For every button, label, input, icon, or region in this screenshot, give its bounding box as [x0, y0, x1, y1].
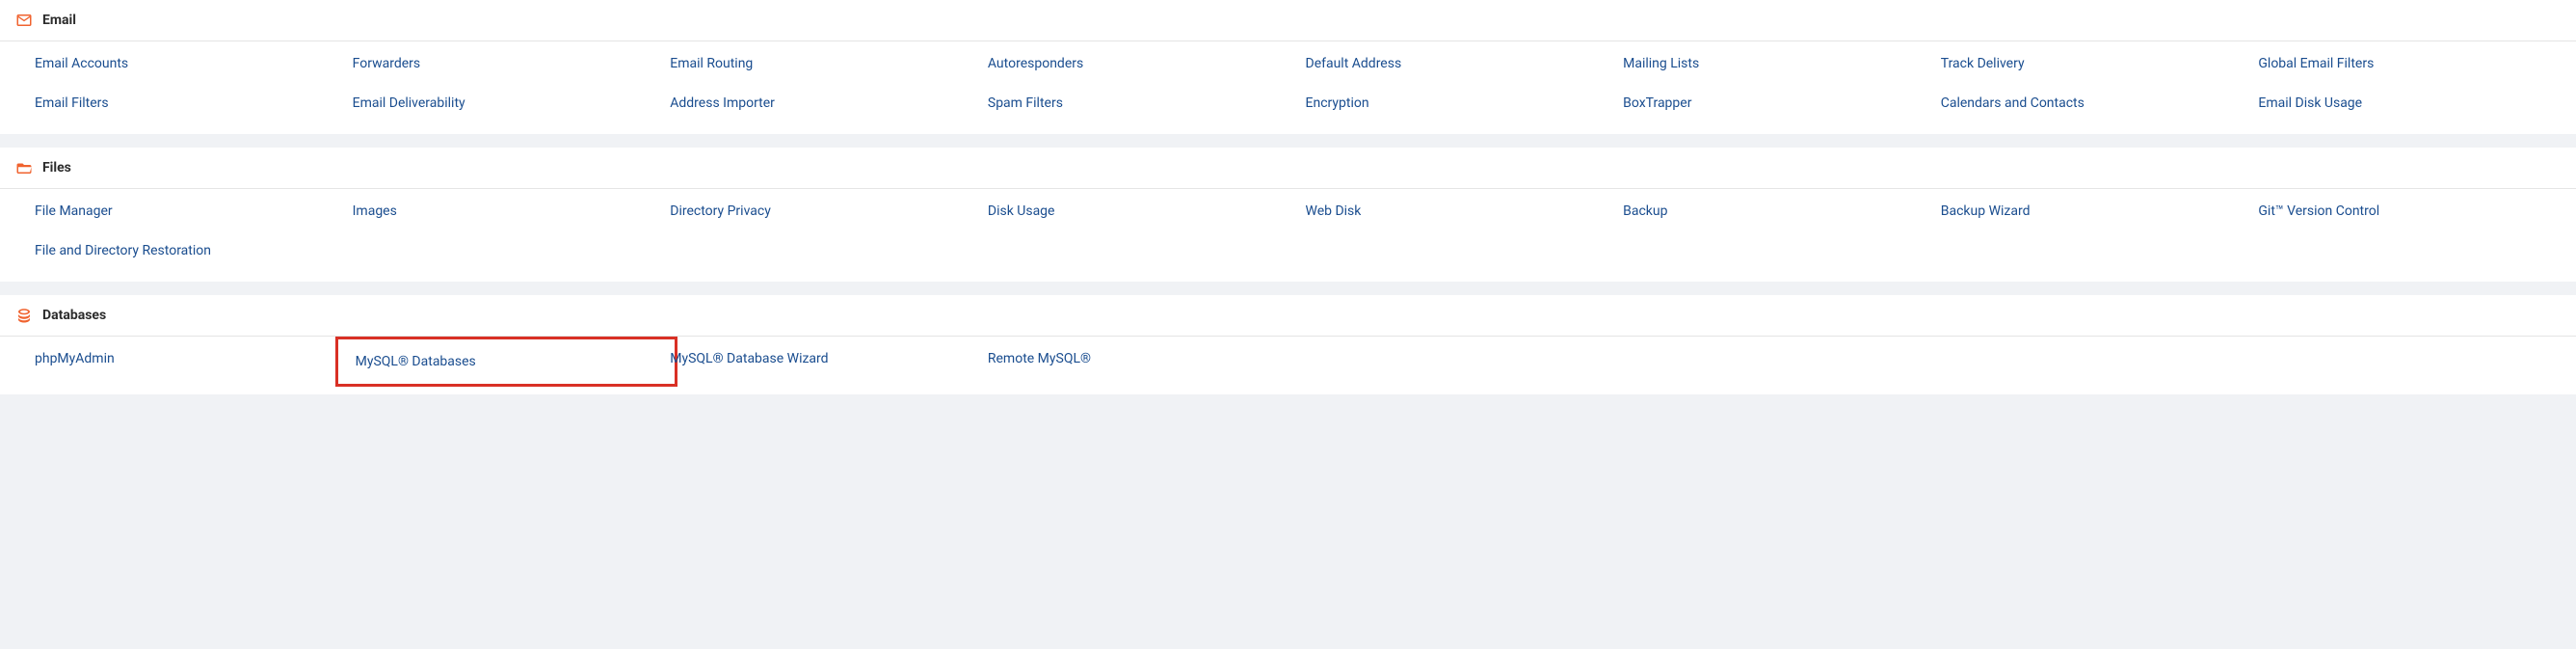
link-email-deliverability[interactable]: Email Deliverability [353, 95, 661, 113]
link-remote-mysql[interactable]: Remote MySQL® [988, 350, 1296, 374]
link-mysql-databases[interactable]: MySQL® Databases [356, 354, 476, 369]
link-disk-usage[interactable]: Disk Usage [988, 203, 1296, 221]
link-backup[interactable]: Backup [1623, 203, 1931, 221]
databases-items-grid: phpMyAdmin MySQL® Databases MySQL® Datab… [35, 350, 2566, 374]
link-file-manager[interactable]: File Manager [35, 203, 343, 221]
folder-open-icon [15, 159, 33, 176]
link-email-routing[interactable]: Email Routing [670, 55, 978, 73]
link-mysql-database-wizard[interactable]: MySQL® Database Wizard [670, 350, 978, 374]
link-spam-filters[interactable]: Spam Filters [988, 95, 1296, 113]
link-images[interactable]: Images [353, 203, 661, 221]
link-directory-privacy[interactable]: Directory Privacy [670, 203, 978, 221]
link-forwarders[interactable]: Forwarders [353, 55, 661, 73]
link-file-and-directory-restoration[interactable]: File and Directory Restoration [35, 242, 343, 260]
link-mailing-lists[interactable]: Mailing Lists [1623, 55, 1931, 73]
link-calendars-and-contacts[interactable]: Calendars and Contacts [1941, 95, 2249, 113]
database-icon [15, 307, 33, 324]
link-email-disk-usage[interactable]: Email Disk Usage [2258, 95, 2566, 113]
link-boxtrapper[interactable]: BoxTrapper [1623, 95, 1931, 113]
link-backup-wizard[interactable]: Backup Wizard [1941, 203, 2249, 221]
databases-section-title: Databases [42, 308, 106, 323]
envelope-icon [15, 12, 33, 29]
email-panel-body: Email Accounts Forwarders Email Routing … [0, 41, 2576, 134]
link-email-accounts[interactable]: Email Accounts [35, 55, 343, 73]
files-panel-body: File Manager Images Directory Privacy Di… [0, 189, 2576, 282]
link-autoresponders[interactable]: Autoresponders [988, 55, 1296, 73]
databases-panel-header[interactable]: Databases [0, 295, 2576, 337]
link-git-version-control[interactable]: Git™ Version Control [2258, 203, 2566, 221]
link-default-address[interactable]: Default Address [1306, 55, 1614, 73]
databases-panel: Databases phpMyAdmin MySQL® Databases My… [0, 295, 2576, 395]
files-items-grid: File Manager Images Directory Privacy Di… [35, 203, 2566, 260]
email-panel: Email Email Accounts Forwarders Email Ro… [0, 0, 2576, 134]
files-section-title: Files [42, 160, 71, 176]
email-items-grid: Email Accounts Forwarders Email Routing … [35, 55, 2566, 113]
email-panel-header[interactable]: Email [0, 0, 2576, 41]
link-web-disk[interactable]: Web Disk [1306, 203, 1614, 221]
link-address-importer[interactable]: Address Importer [670, 95, 978, 113]
email-section-title: Email [42, 13, 76, 28]
link-encryption[interactable]: Encryption [1306, 95, 1614, 113]
databases-panel-body: phpMyAdmin MySQL® Databases MySQL® Datab… [0, 337, 2576, 395]
link-track-delivery[interactable]: Track Delivery [1941, 55, 2249, 73]
files-panel-header[interactable]: Files [0, 148, 2576, 189]
files-panel: Files File Manager Images Directory Priv… [0, 148, 2576, 282]
link-global-email-filters[interactable]: Global Email Filters [2258, 55, 2566, 73]
link-phpmyadmin[interactable]: phpMyAdmin [35, 350, 343, 374]
highlight-box: MySQL® Databases [353, 350, 661, 374]
link-email-filters[interactable]: Email Filters [35, 95, 343, 113]
